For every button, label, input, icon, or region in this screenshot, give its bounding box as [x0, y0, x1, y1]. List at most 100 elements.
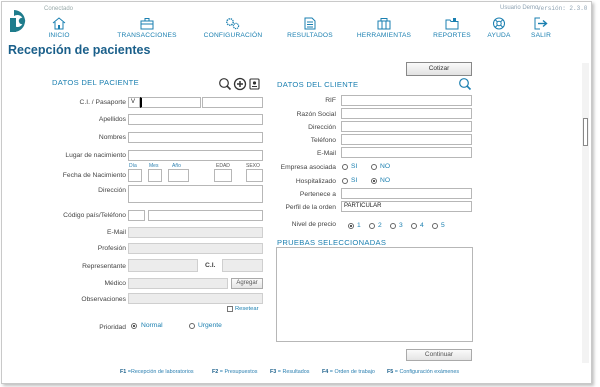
- ci-prefix-field[interactable]: V: [128, 97, 140, 108]
- nav-salir-label: SALIR: [530, 32, 552, 39]
- nivel-1-label: 1: [357, 222, 361, 229]
- dia-field[interactable]: [128, 169, 142, 182]
- search-icon[interactable]: [219, 78, 232, 91]
- perfil-orden-field[interactable]: PARTICULAR: [341, 201, 472, 212]
- apellidos-label: Apellidos: [98, 116, 126, 123]
- client-section-heading: DATOS DEL CLIENTE: [277, 80, 359, 89]
- fkey-f5[interactable]: F5 = Configuración exámenes: [387, 369, 459, 375]
- client-direccion-label: Dirección: [308, 124, 336, 131]
- vertical-scrollbar[interactable]: [582, 63, 589, 363]
- anio-field[interactable]: [168, 169, 189, 182]
- fecha-nacimiento-label: Fecha de Nacimiento: [62, 172, 126, 179]
- document-icon: [304, 17, 316, 30]
- resetear-checkbox[interactable]: [227, 306, 233, 312]
- nav-resultados-label: RESULTADOS: [287, 32, 333, 39]
- hospitalizado-si-radio[interactable]: [342, 178, 348, 184]
- medico-field[interactable]: [128, 278, 228, 289]
- prioridad-urgente-radio[interactable]: [189, 323, 195, 329]
- client-telefono-field[interactable]: [341, 134, 472, 145]
- cotizar-button[interactable]: Cotizar: [406, 62, 472, 76]
- direccion-field[interactable]: [128, 185, 263, 203]
- pruebas-list[interactable]: [276, 247, 473, 342]
- client-direccion-field[interactable]: [341, 121, 472, 132]
- hospitalizado-no-label: NO: [380, 177, 391, 184]
- scrollbar-thumb[interactable]: [583, 118, 588, 146]
- empresa-asociada-label: Empresa asociada: [280, 164, 336, 171]
- hospitalizado-no-radio[interactable]: [371, 178, 377, 184]
- app-logo: [10, 10, 26, 32]
- sexo-field[interactable]: [246, 169, 263, 182]
- nivel-2-radio[interactable]: [369, 223, 375, 229]
- nav-reportes[interactable]: REPORTES: [432, 17, 472, 39]
- nav-ayuda[interactable]: AYUDA: [486, 17, 512, 39]
- fkey-f2[interactable]: F2 = Presupuestos: [212, 369, 257, 375]
- nav-reportes-label: REPORTES: [433, 32, 471, 39]
- page-title: Recepción de pacientes: [8, 43, 151, 57]
- nav-salir[interactable]: SALIR: [528, 17, 554, 39]
- direccion-label: Dirección: [98, 187, 126, 194]
- fkey-f4-label: = Orden de trabajo: [329, 369, 375, 375]
- empresa-no-label: NO: [380, 163, 391, 170]
- email-field[interactable]: [128, 227, 263, 238]
- mes-field[interactable]: [148, 169, 162, 182]
- hospitalizado-si-label: SI: [351, 177, 358, 184]
- empresa-no-radio[interactable]: [371, 164, 377, 170]
- observaciones-field[interactable]: [128, 293, 263, 304]
- empresa-si-radio[interactable]: [342, 164, 348, 170]
- nombres-field[interactable]: [128, 132, 263, 143]
- nivel-5-radio[interactable]: [432, 223, 438, 229]
- nav-resultados[interactable]: RESULTADOS: [282, 17, 338, 39]
- fkey-f1-label: =Recepción de laboratorios: [127, 369, 194, 375]
- lugar-nacimiento-field[interactable]: [128, 150, 263, 161]
- ci-extra-field[interactable]: [202, 97, 263, 108]
- apellidos-field[interactable]: [128, 114, 263, 125]
- add-icon[interactable]: [233, 77, 247, 91]
- fkey-f1[interactable]: F1 =Recepción de laboratorios: [120, 369, 194, 375]
- fkey-f3-label: = Resultados: [277, 369, 310, 375]
- connection-status: Conectado: [44, 6, 74, 12]
- representante-field[interactable]: [128, 259, 198, 272]
- agregar-button[interactable]: Agregar: [231, 278, 263, 289]
- nav-herramientas[interactable]: HERRAMIENTAS: [354, 17, 414, 39]
- representante-ci-field[interactable]: [222, 259, 263, 272]
- fkey-f3[interactable]: F3 = Resultados: [270, 369, 309, 375]
- rif-field[interactable]: [341, 95, 472, 106]
- representante-ci-label: C.I.: [205, 262, 216, 269]
- telefono-field[interactable]: [148, 210, 263, 221]
- perfil-orden-label: Perfil de la orden: [285, 204, 336, 211]
- client-search-icon[interactable]: [458, 77, 472, 91]
- continuar-button[interactable]: Continuar: [406, 349, 472, 361]
- codigo-telefono-label: Código país/Teléfono: [63, 212, 126, 219]
- id-card-icon[interactable]: [249, 78, 260, 90]
- nivel-precio-label: Nivel de precio: [291, 221, 336, 228]
- representante-label: Representante: [82, 263, 126, 270]
- patient-toolbar: [219, 77, 260, 91]
- nav-configuracion[interactable]: CONFIGURACIÓN: [198, 17, 268, 39]
- fkey-f4[interactable]: F4 = Orden de trabajo: [322, 369, 375, 375]
- nivel-1-radio[interactable]: [348, 223, 354, 229]
- patient-section-heading: DATOS DEL PACIENTE: [52, 78, 139, 87]
- razon-social-field[interactable]: [341, 108, 472, 119]
- nivel-3-radio[interactable]: [390, 223, 396, 229]
- ci-number-field[interactable]: [140, 97, 201, 108]
- prioridad-normal-radio[interactable]: [131, 323, 137, 329]
- codigo-pais-field[interactable]: [128, 210, 145, 221]
- nombres-label: Nombres: [98, 134, 126, 141]
- nav-inicio-label: INICIO: [48, 32, 70, 39]
- nav-transacciones[interactable]: TRANSACCIONES: [112, 17, 182, 39]
- observaciones-label: Observaciones: [81, 296, 126, 303]
- client-email-field[interactable]: [341, 147, 472, 158]
- nav-inicio[interactable]: INICIO: [46, 17, 72, 39]
- nivel-3-label: 3: [399, 222, 403, 229]
- profesion-field[interactable]: [128, 243, 263, 254]
- prioridad-label: Prioridad: [99, 324, 126, 331]
- edad-field[interactable]: [214, 169, 232, 182]
- razon-social-label: Razón Social: [296, 111, 336, 118]
- pertenece-field[interactable]: [341, 188, 472, 199]
- lugar-nacimiento-label: Lugar de nacimiento: [65, 152, 126, 159]
- fkey-f1-key: F1: [120, 369, 127, 375]
- prioridad-urgente-label: Urgente: [198, 322, 222, 329]
- gears-icon: [226, 18, 240, 30]
- nivel-4-radio[interactable]: [411, 223, 417, 229]
- user-name: Usuario Demo: [500, 5, 539, 11]
